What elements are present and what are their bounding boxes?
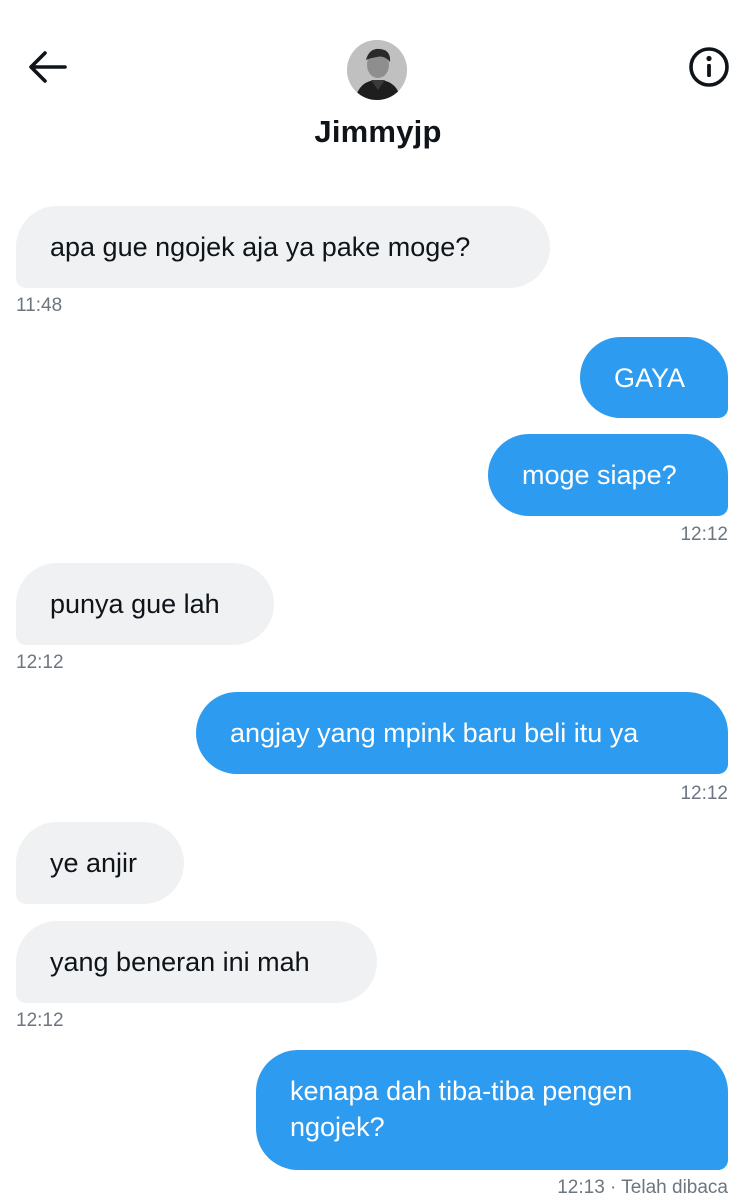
message-bubble-outgoing[interactable]: angjay yang mpink baru beli itu ya <box>196 692 728 774</box>
message-bubble-outgoing[interactable]: moge siape? <box>488 434 728 516</box>
arrow-left-icon <box>29 51 67 83</box>
message-timestamp: 11:48 <box>16 295 63 316</box>
contact-name[interactable]: Jimmyjp <box>0 114 756 150</box>
message-bubble-incoming[interactable]: apa gue ngojek aja ya pake moge? <box>16 206 550 288</box>
message-timestamp: 12:12 <box>680 783 728 804</box>
message-timestamp: 12:12 <box>16 1010 64 1031</box>
avatar[interactable] <box>347 40 407 100</box>
message-timestamp: 12:12 <box>16 652 64 673</box>
info-button[interactable] <box>684 44 734 90</box>
info-circle-icon <box>689 47 729 87</box>
conversation-header: Jimmyjp <box>0 0 756 170</box>
message-timestamp-read-status: 12:13 · Telah dibaca <box>557 1177 728 1198</box>
message-bubble-outgoing[interactable]: kenapa dah tiba-tiba pengen ngojek? <box>256 1050 728 1170</box>
message-bubble-incoming[interactable]: ye anjir <box>16 822 184 904</box>
message-bubble-incoming[interactable]: punya gue lah <box>16 563 274 645</box>
message-bubble-incoming[interactable]: yang beneran ini mah <box>16 921 377 1003</box>
contact-avatar-image <box>347 40 407 100</box>
back-button[interactable] <box>22 44 72 90</box>
message-timestamp: 12:12 <box>680 524 728 545</box>
message-bubble-outgoing[interactable]: GAYA <box>580 337 728 418</box>
